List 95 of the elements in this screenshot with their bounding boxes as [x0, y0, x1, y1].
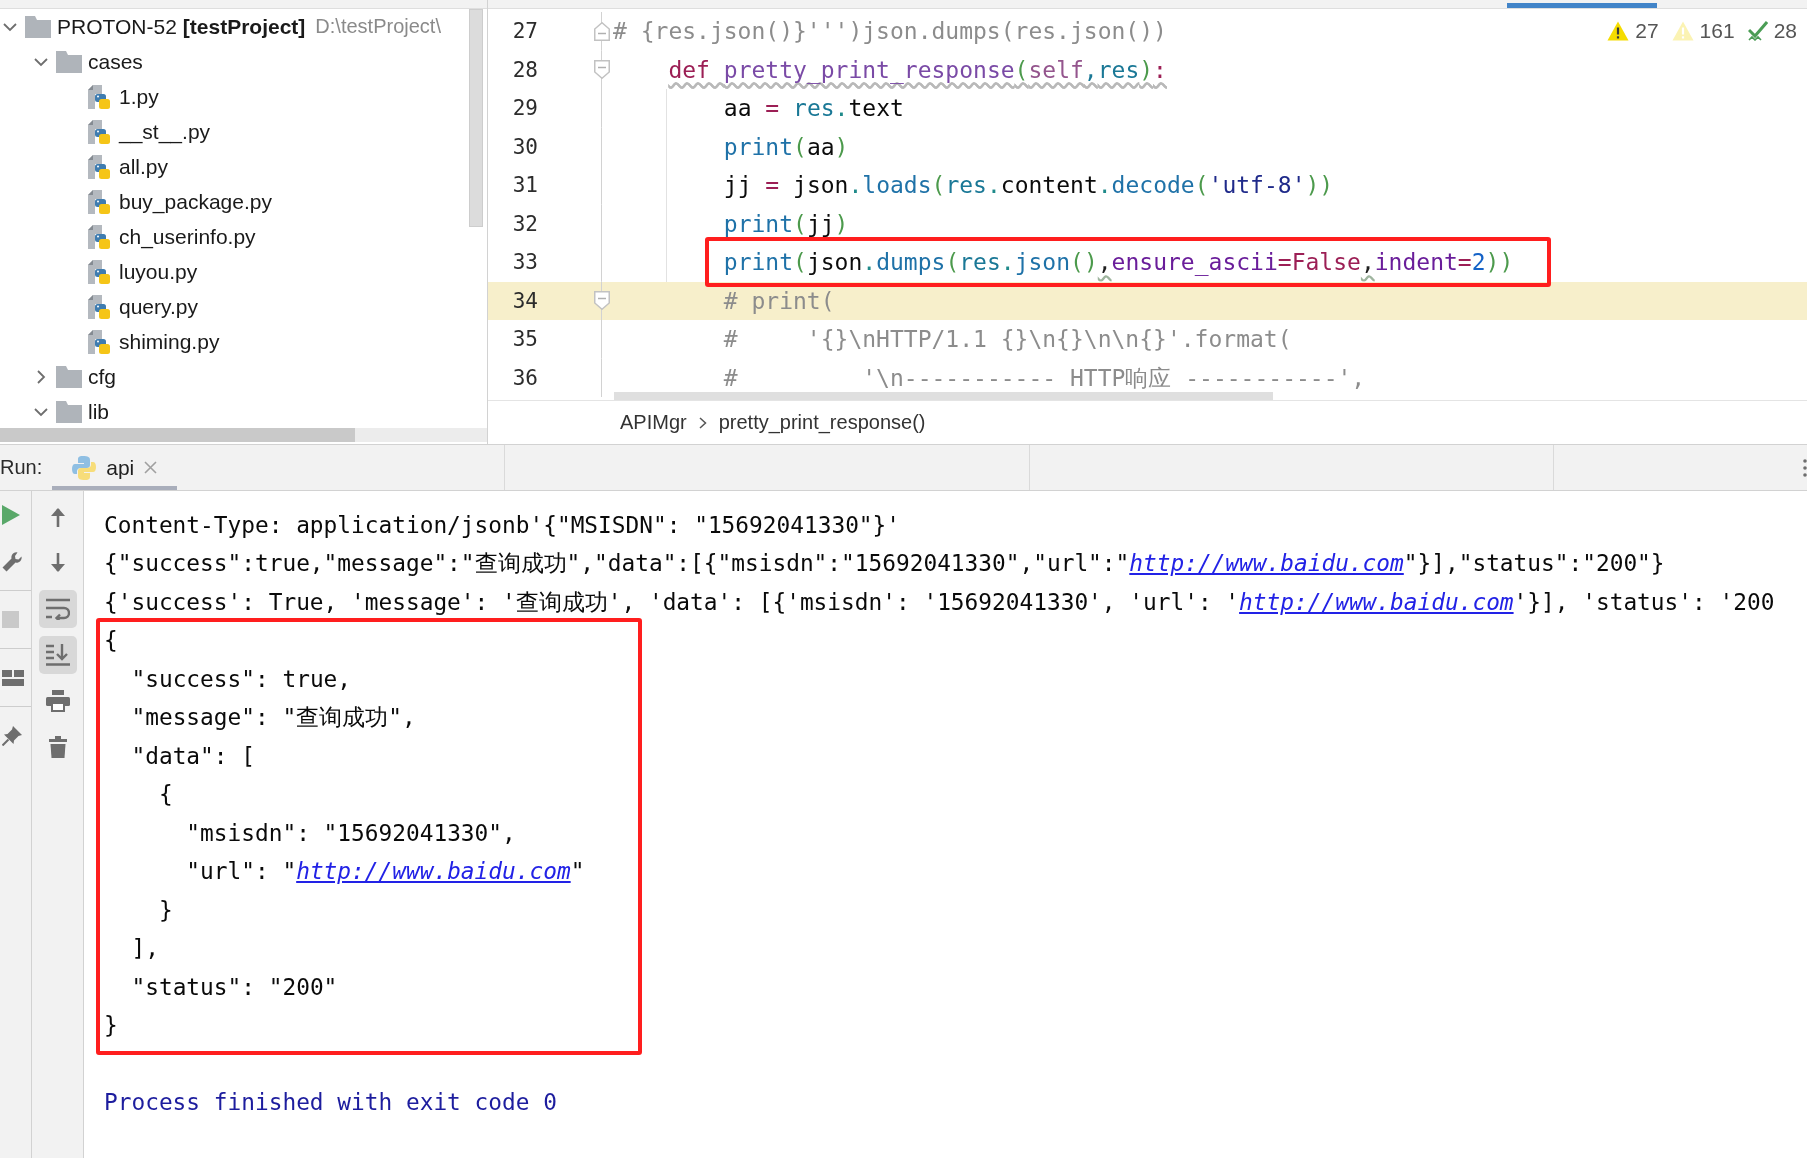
code-line: # '{}\nHTTP/1.1 {}\n{}\n\n{}'.format( [723, 326, 1292, 353]
tree-item[interactable]: lib [31, 394, 109, 429]
tree-item[interactable]: cases [31, 44, 143, 79]
code-line: def pretty_print_response(self,res): [668, 56, 1167, 83]
line-number: 27 [511, 19, 539, 44]
layout-icon [2, 669, 24, 686]
tree-item[interactable]: PROTON-52 [testProject] D:\testProject\ [0, 9, 441, 44]
run-label: Run: [0, 456, 43, 479]
fold-marker-icon[interactable] [593, 291, 610, 311]
code-line: print(jj) [723, 210, 849, 237]
printer-icon [45, 690, 70, 712]
tree-item[interactable]: cfg [31, 359, 116, 394]
console-line: "success": true, [131, 665, 352, 693]
line-number: 28 [511, 57, 539, 82]
python-file-icon [87, 118, 111, 145]
soft-wrap-button[interactable] [38, 590, 77, 628]
python-icon [72, 455, 97, 480]
code-line: aa = res.text [723, 95, 904, 122]
line-number: 33 [511, 250, 539, 275]
inspection-widget[interactable]: 27 [1607, 20, 1659, 42]
tree-item[interactable]: __st__.py [87, 114, 211, 149]
tree-item[interactable]: luyou.py [87, 254, 198, 289]
console-line: "url": "http://www.baidu.com" [186, 858, 585, 886]
inspection-widget[interactable]: 28 [1747, 20, 1797, 42]
tree-item[interactable]: all.py [87, 149, 169, 184]
folder-icon [56, 365, 82, 388]
warning-icon [1671, 21, 1694, 41]
close-icon[interactable] [144, 461, 158, 474]
fold-marker-icon[interactable] [593, 60, 610, 80]
line-number: 30 [511, 134, 539, 159]
chevron-right-icon[interactable] [34, 369, 48, 384]
arrow-down-icon [49, 553, 66, 573]
line-number: 36 [511, 365, 539, 390]
scrollbar-thumb[interactable] [614, 392, 1273, 400]
python-file-icon [87, 328, 111, 355]
scrollbar-thumb[interactable] [0, 428, 355, 442]
console-line: { [104, 627, 118, 655]
code-line: # '\n----------- HTTP响应 -----------', [723, 364, 1366, 391]
console-line: {"success":true,"message":"查询成功","data":[{"msisdn":"15692041330","url":"http://www.baidu.com"}],"status":"200"} [104, 550, 1665, 578]
code-line: jj = json.loads(res.content.decode('utf-8')) [723, 172, 1334, 199]
check-icon [1747, 21, 1768, 41]
scroll-end-icon [45, 644, 70, 666]
line-number: 32 [511, 211, 539, 236]
scrollbar-track[interactable] [0, 428, 487, 442]
code-line: print(json.dumps(res.json(),ensure_ascii=False,indent=2)) [723, 249, 1514, 276]
console-line: } [158, 896, 173, 924]
console-line: Process finished with exit code 0 [104, 1089, 557, 1117]
tree-item[interactable]: 1.py [87, 79, 159, 114]
line-number: 29 [511, 96, 539, 121]
console-line: "data": [ [131, 742, 255, 770]
scrollbar-thumb[interactable] [469, 9, 483, 227]
breadcrumb-item[interactable]: APIMgr [620, 411, 687, 434]
console-line: { [158, 781, 173, 809]
tree-item[interactable]: shiming.py [87, 324, 220, 359]
tree-item[interactable]: buy_package.py [87, 184, 272, 219]
line-number: 31 [511, 173, 539, 198]
pin-icon [2, 725, 22, 746]
folder-icon [56, 50, 82, 73]
python-file-icon [87, 223, 111, 250]
line-number: 34 [511, 288, 539, 313]
scroll-to-end-button[interactable] [38, 636, 77, 674]
console-line: {'success': True, 'message': '查询成功', 'data': [{'msisdn': '15692041330', 'url': 'http://www.baidu.com'}], 'status': '200 [104, 588, 1775, 616]
trash-icon [48, 736, 67, 758]
breadcrumb-item[interactable]: pretty_print_response() [718, 411, 926, 434]
code-line: print(aa) [723, 133, 849, 160]
warning-icon [1607, 21, 1630, 41]
line-number: 35 [511, 327, 539, 352]
fold-marker-icon[interactable] [593, 21, 610, 41]
console-line: ], [131, 935, 159, 963]
link[interactable]: http://www.baidu.com [1129, 550, 1404, 577]
link[interactable]: http://www.baidu.com [1239, 588, 1514, 615]
console-line: Content-Type: application/jsonb'{"MSISDN": "15692041330"}' [104, 511, 901, 539]
arrow-up-icon [49, 507, 66, 527]
chevron-right-icon [698, 416, 707, 429]
folder-icon [56, 400, 82, 423]
inspection-widget[interactable]: 161 [1671, 20, 1735, 42]
tree-item[interactable]: query.py [87, 289, 198, 324]
console-line: } [104, 1012, 118, 1040]
code-line: # print( [723, 287, 835, 314]
more-icon[interactable] [1803, 458, 1807, 477]
tree-item[interactable]: ch_userinfo.py [87, 219, 256, 254]
python-file-icon [87, 188, 111, 215]
python-file-icon [87, 293, 111, 320]
python-file-icon [87, 258, 111, 285]
code-line: # {res.json()}''')json.dumps(res.json()) [613, 18, 1167, 45]
folder-icon [25, 15, 51, 38]
console-line: "msisdn": "15692041330", [186, 819, 516, 847]
link[interactable]: http://www.baidu.com [296, 858, 571, 885]
python-file-icon [87, 153, 111, 180]
wrench-icon [2, 551, 22, 572]
console-line: "status": "200" [131, 973, 338, 1001]
console-line: "message": "查询成功", [131, 704, 416, 732]
play-icon [2, 504, 20, 525]
python-file-icon [87, 83, 111, 110]
wrap-icon [45, 598, 70, 620]
